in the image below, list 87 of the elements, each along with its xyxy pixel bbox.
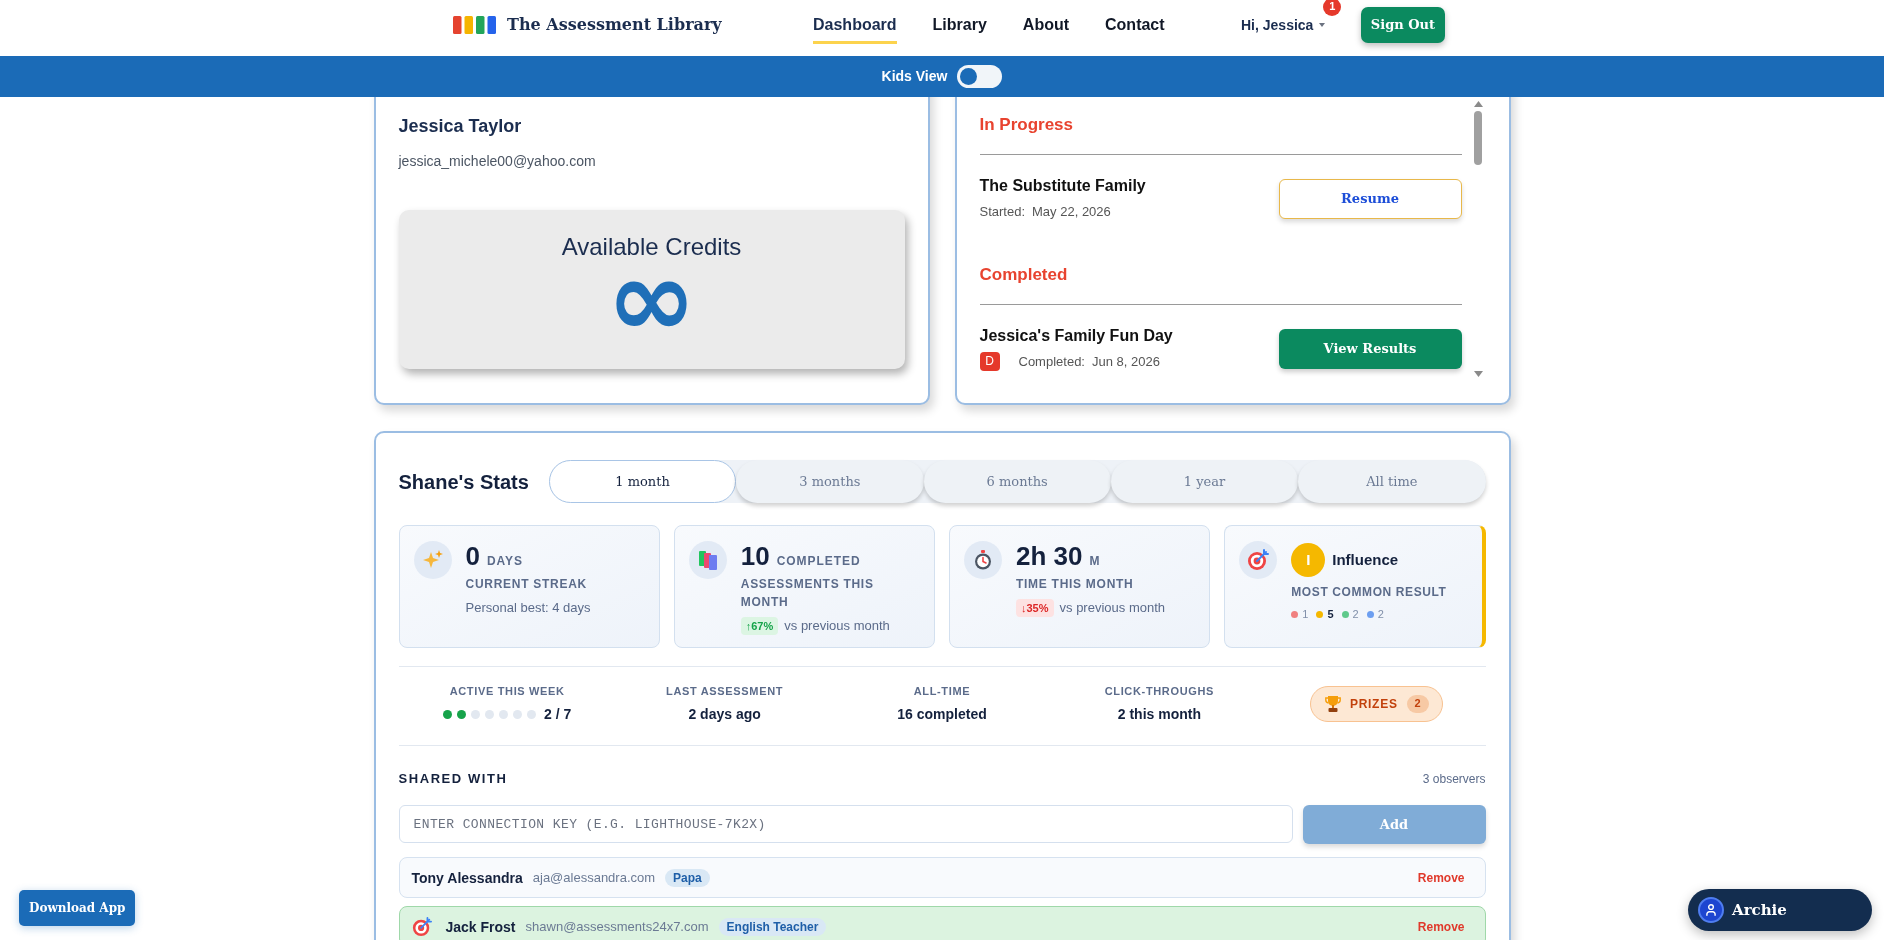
remove-link[interactable]: Remove <box>1417 869 1465 886</box>
credits-value: ∞ <box>606 268 697 330</box>
stat-note: vs previous month <box>784 617 890 635</box>
view-results-button[interactable]: View Results <box>1278 328 1462 369</box>
role-tag: Papa <box>665 868 710 887</box>
target-icon <box>411 916 432 937</box>
period-tab[interactable]: 1 year <box>1110 460 1299 503</box>
observer-email: aja@alessandra.com <box>532 869 656 886</box>
shared-title: SHARED WITH <box>398 771 508 787</box>
legend-count: 1 <box>1302 607 1309 622</box>
observer-name: Tony Alessandra <box>411 869 523 886</box>
download-app-button[interactable]: Download App <box>19 890 136 926</box>
prizes-count: 2 <box>1406 694 1429 713</box>
summary-value: 2 days ago <box>688 705 761 723</box>
stat-value: 2h 30 <box>1016 541 1083 571</box>
stat-label: ASSESSMENTS THIS MONTH <box>740 576 875 611</box>
stat-label: CURRENT STREAK <box>465 576 588 593</box>
prizes-button[interactable]: PRIZES 2 <box>1310 685 1444 722</box>
change-badge: ↑67% <box>740 617 779 635</box>
user-menu[interactable]: Hi, Jessica <box>1241 14 1326 36</box>
stat-label: TIME THIS MONTH <box>1016 576 1135 593</box>
stat-unit: M <box>1089 553 1101 570</box>
sparkle-icon <box>413 541 452 579</box>
notification-badge: 1 <box>1323 0 1342 16</box>
period-tab[interactable]: 6 months <box>923 460 1111 503</box>
kids-view-label: Kids View <box>881 67 948 86</box>
stat-note: Personal best: 4 days <box>465 599 591 617</box>
profile-email: jessica_michele00@yahoo.com <box>398 152 597 171</box>
observer-count: 3 observers <box>1422 771 1486 788</box>
resume-button[interactable]: Resume <box>1278 178 1462 219</box>
nav-link[interactable]: Library <box>932 6 987 44</box>
credits-title: Available Credits <box>561 232 742 262</box>
legend-count: 2 <box>1352 607 1359 622</box>
stat-label: MOST COMMON RESULT <box>1291 584 1448 601</box>
books-icon <box>688 541 727 579</box>
result-name: Influence <box>1332 549 1399 570</box>
caret-icon <box>1319 23 1326 27</box>
summary-value: 16 completed <box>897 705 987 723</box>
kids-view-toggle[interactable] <box>957 65 1003 88</box>
observer-name: Jack Frost <box>445 918 516 935</box>
summary-label: LAST ASSESSMENT <box>666 684 784 698</box>
nav-link[interactable]: Dashboard <box>813 6 897 44</box>
stats-title: Shane's Stats <box>398 469 529 495</box>
site-title: The Assessment Library <box>507 14 722 36</box>
scrollbar-thumb[interactable] <box>1474 111 1482 165</box>
assessment-name: The Substitute Family <box>979 176 1146 196</box>
summary-label: ALL-TIME <box>913 684 971 698</box>
legend-count: 5 <box>1327 607 1334 622</box>
observer-email: shawn@assessments24x7.com <box>525 918 709 935</box>
legend-count: 2 <box>1377 607 1384 622</box>
assessment-date: Jun 8, 2026 <box>1092 353 1160 371</box>
change-badge: ↓35% <box>1016 599 1054 617</box>
user-icon <box>1698 897 1724 923</box>
period-tab[interactable]: All time <box>1298 460 1486 503</box>
period-tab[interactable]: 1 month <box>548 460 737 503</box>
summary-label: ACTIVE THIS WEEK <box>449 684 565 698</box>
section-title: Completed <box>979 264 1069 286</box>
nav-link[interactable]: About <box>1022 6 1070 44</box>
sign-out-button[interactable]: Sign Out <box>1360 7 1445 43</box>
assessment-date: May 22, 2026 <box>1032 203 1111 221</box>
summary-label: CLICK-THROUGHS <box>1104 684 1215 698</box>
stat-unit: DAYS <box>486 553 524 570</box>
assistant-button[interactable]: Archie <box>1688 889 1872 931</box>
logo-icon <box>453 16 496 34</box>
period-tab[interactable]: 3 months <box>736 460 924 503</box>
stat-value: 10 <box>740 541 770 571</box>
stat-value: 0 <box>465 541 480 571</box>
scroll-up-icon[interactable] <box>1473 101 1483 107</box>
status-label: Completed: <box>1018 353 1085 371</box>
summary-value: 2 this month <box>1117 705 1201 723</box>
target-icon <box>1239 541 1278 579</box>
remove-link[interactable]: Remove <box>1417 918 1465 935</box>
grade-badge: D <box>979 352 1000 371</box>
profile-name: Jessica Taylor <box>398 115 523 137</box>
nav-link[interactable]: Contact <box>1105 6 1165 44</box>
status-label: Started: <box>979 203 1026 221</box>
stat-note: vs previous month <box>1059 599 1166 617</box>
connection-key-field[interactable]: ENTER CONNECTION KEY (E.G. LIGHTHOUSE-7K2X) <box>398 805 1293 843</box>
role-tag: English Teacher <box>718 917 827 936</box>
trophy-icon <box>1324 694 1341 713</box>
section-title: In Progress <box>979 114 1075 136</box>
stopwatch-icon <box>964 541 1002 579</box>
stat-unit: COMPLETED <box>776 553 861 570</box>
result-badge: I <box>1291 543 1326 577</box>
summary-value: 2 / 7 <box>544 705 572 723</box>
assessment-name: Jessica's Family Fun Day <box>979 326 1173 346</box>
scroll-down-icon[interactable] <box>1473 371 1483 377</box>
